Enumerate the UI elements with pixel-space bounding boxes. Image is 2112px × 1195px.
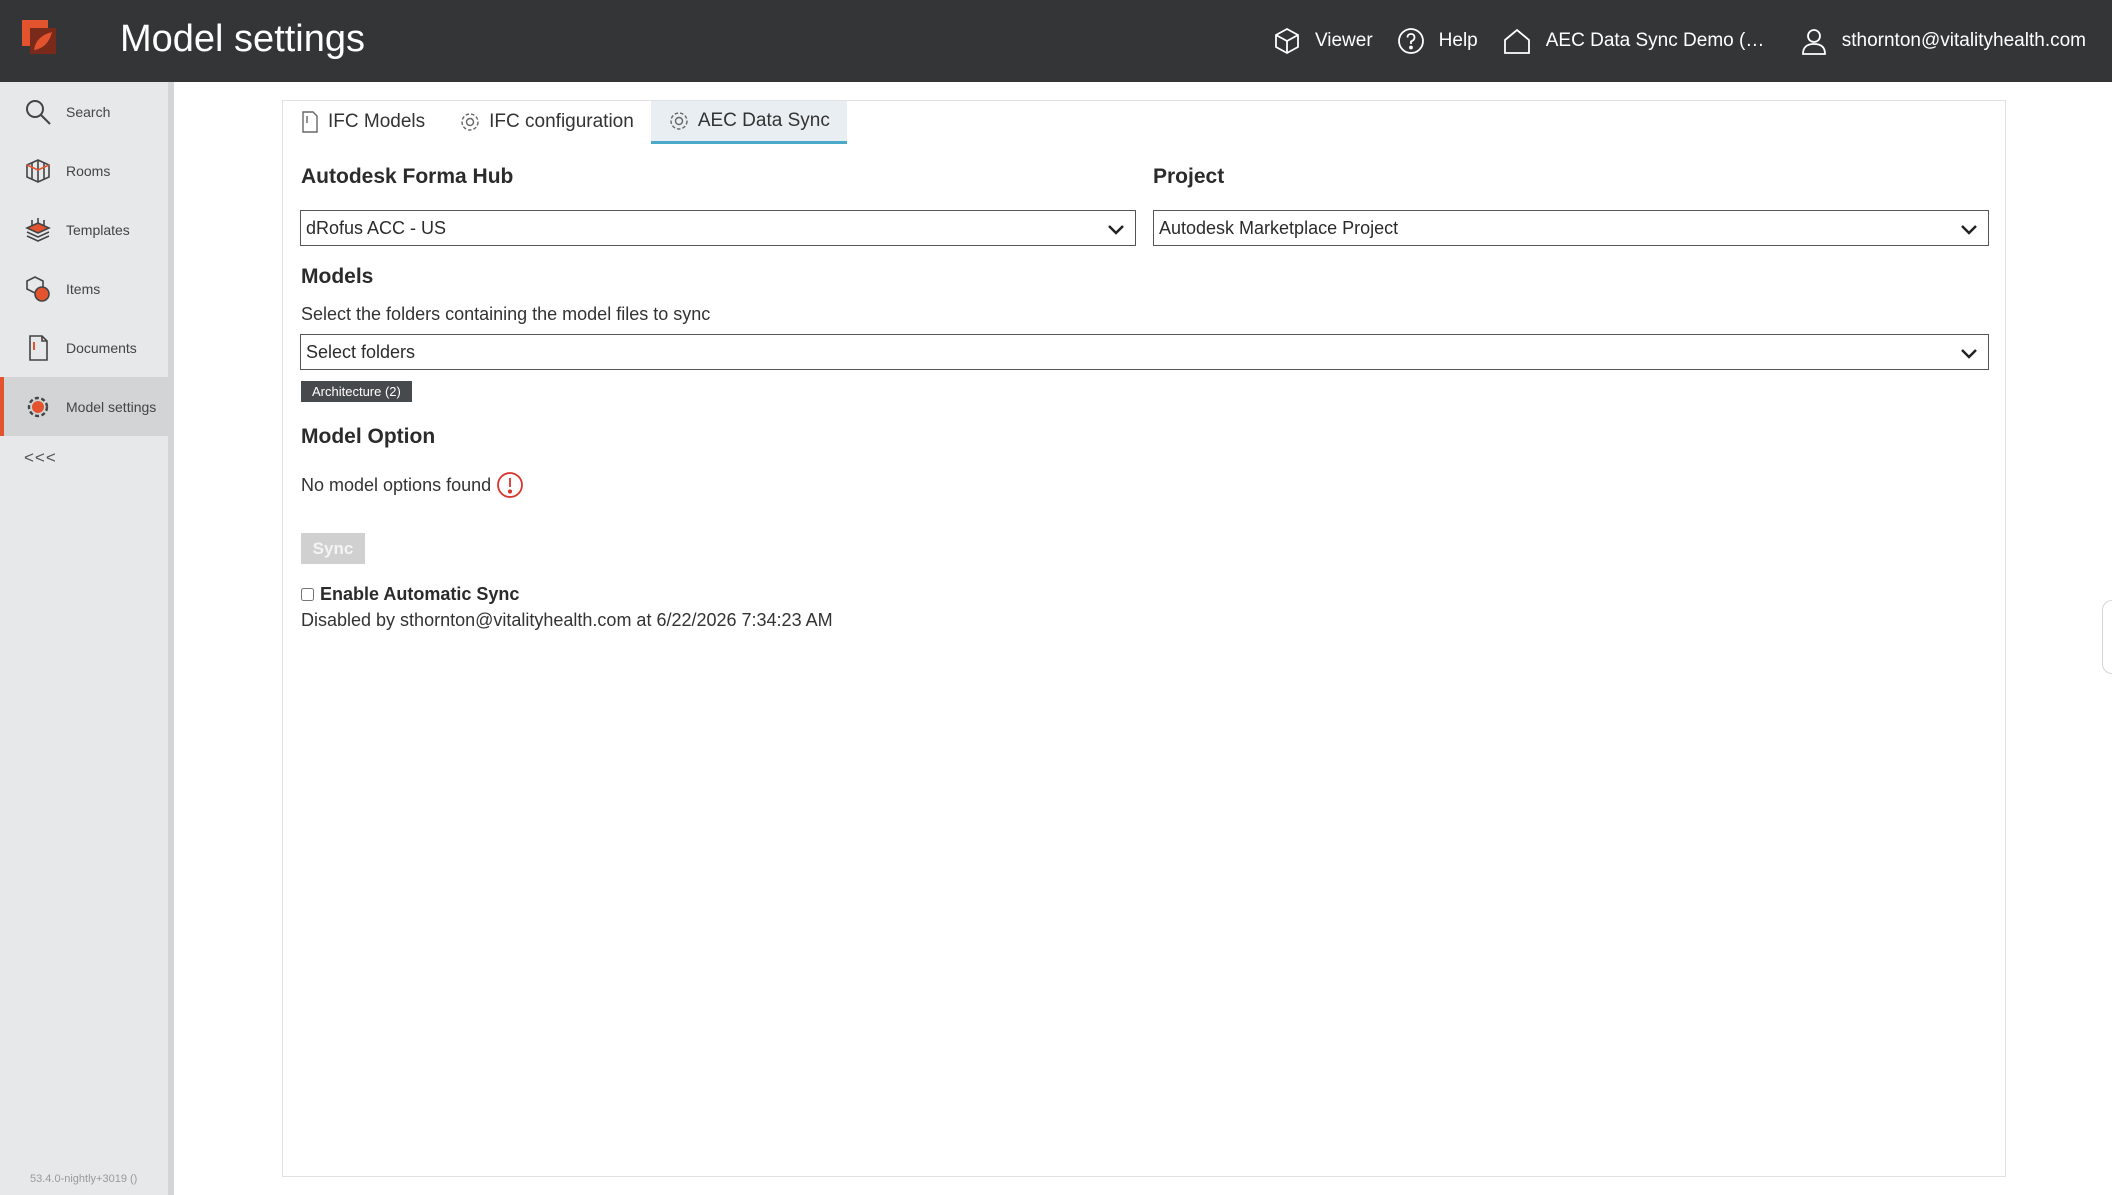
user-icon [1801, 29, 1826, 55]
gear-icon [461, 112, 479, 131]
sidebar-item-label: Search [66, 103, 111, 120]
hub-select-value: dRofus ACC - US [306, 217, 447, 238]
drofus-logo-icon[interactable] [22, 20, 58, 56]
viewer-label: Viewer [1314, 30, 1373, 51]
auto-sync-checkbox[interactable] [301, 588, 314, 601]
version-label: 53.4.0-nightly+3019 () [30, 1173, 138, 1185]
sidebar-item-items[interactable]: Items [0, 259, 168, 318]
warning-icon [497, 472, 524, 498]
project-select-value: Autodesk Marketplace Project [1159, 217, 1399, 238]
sidebar-item-templates[interactable]: Templates [0, 200, 168, 259]
hub-heading: Autodesk Forma Hub [301, 165, 514, 188]
side-panel-handle[interactable] [2102, 600, 2112, 674]
auto-sync-status: Disabled by sthornton@vitalityhealth.com… [301, 610, 833, 630]
tab-label: AEC Data Sync [697, 110, 830, 131]
sidebar-item-search[interactable]: Search [0, 82, 168, 141]
cube-icon [1275, 27, 1299, 55]
tab-ifc-models[interactable]: IFC Models [283, 101, 442, 144]
chevron-down-icon [1961, 349, 1977, 359]
auto-sync-option[interactable]: Enable Automatic Sync [301, 584, 519, 605]
folders-select[interactable]: Select folders [300, 334, 1989, 370]
sidebar-item-label: Rooms [66, 162, 111, 179]
auto-sync-label: Enable Automatic Sync [320, 584, 520, 604]
rooms-icon [26, 158, 50, 183]
chevron-down-icon [1961, 225, 1977, 235]
project-label: AEC Data Sync Demo (Err... [1545, 30, 1776, 51]
project-switcher[interactable]: AEC Data Sync Demo (Err... [1502, 27, 1776, 55]
sync-button[interactable]: Sync [301, 533, 365, 564]
user-menu[interactable]: sthornton@vitalityhealth.com [1800, 27, 2086, 55]
documents-icon [29, 334, 48, 361]
top-nav: Viewer Help AEC Data Sync Demo (Err... s… [1249, 0, 2086, 82]
help-icon [1397, 28, 1424, 54]
templates-icon [25, 217, 51, 242]
sidebar: Search Rooms Templates Items Documents M… [0, 82, 174, 1195]
selected-folder-tag[interactable]: Architecture (2) [301, 381, 412, 402]
tab-bar: IFC Models IFC configuration AEC Data Sy… [283, 101, 847, 145]
project-heading: Project [1153, 165, 1225, 188]
user-label: sthornton@vitalityhealth.com [1841, 30, 2086, 51]
page-title: Model settings [120, 18, 366, 60]
sidebar-item-label: Model settings [66, 398, 157, 415]
tab-label: IFC configuration [489, 110, 634, 132]
chevron-down-icon [1108, 225, 1124, 235]
tab-label: IFC Models [328, 110, 426, 132]
tab-aec-data-sync[interactable]: AEC Data Sync [650, 101, 847, 144]
sidebar-item-documents[interactable]: Documents [0, 318, 168, 377]
sidebar-item-label: Documents [66, 339, 137, 356]
items-icon [26, 275, 50, 302]
document-icon [302, 110, 318, 133]
collapse-sidebar-button[interactable]: <<< [24, 448, 57, 468]
gear-icon [670, 112, 688, 130]
help-link[interactable]: Help [1397, 27, 1478, 55]
home-icon [1503, 28, 1530, 54]
search-icon [26, 99, 51, 125]
tab-ifc-configuration[interactable]: IFC configuration [442, 101, 651, 144]
help-label: Help [1438, 30, 1478, 51]
models-help-text: Select the folders containing the model … [301, 304, 711, 324]
no-model-options: No model options found [301, 471, 524, 499]
viewer-link[interactable]: Viewer [1273, 27, 1373, 55]
no-options-text: No model options found [301, 474, 492, 495]
sidebar-item-rooms[interactable]: Rooms [0, 141, 168, 200]
sidebar-item-label: Items [66, 280, 101, 297]
gear-icon [27, 396, 49, 417]
top-bar: Model settings Viewer Help AEC Data Sync… [0, 0, 2112, 82]
models-heading: Models [301, 265, 374, 288]
folders-select-placeholder: Select folders [306, 341, 416, 362]
model-option-heading: Model Option [301, 425, 436, 448]
sidebar-item-model-settings[interactable]: Model settings [0, 377, 168, 436]
sidebar-item-label: Templates [66, 221, 130, 238]
hub-select[interactable]: dRofus ACC - US [300, 210, 1136, 246]
project-select[interactable]: Autodesk Marketplace Project [1153, 210, 1989, 246]
settings-panel: IFC Models IFC configuration AEC Data Sy… [282, 100, 2006, 1177]
